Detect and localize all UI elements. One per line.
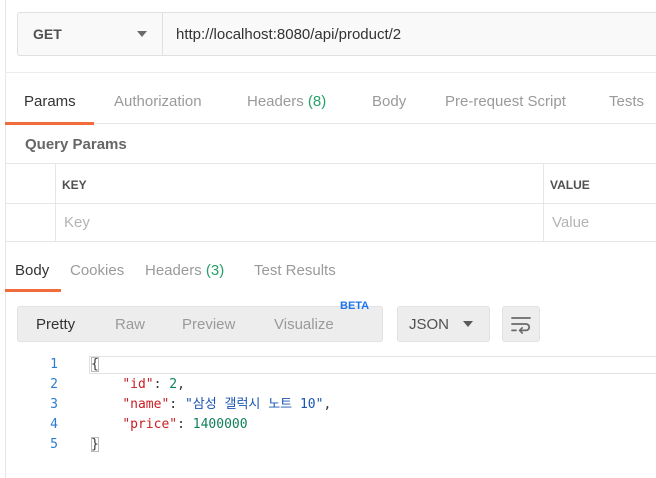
response-body-viewer[interactable]: 1 { 2 "id": 2, 3 "name": "삼성 갤럭시 노트 10",…	[5, 355, 656, 460]
value-input[interactable]: Value	[552, 214, 589, 231]
tab-pre-request-script[interactable]: Pre-request Script	[445, 73, 566, 123]
json-value: "삼성 갤럭시 노트 10"	[184, 397, 324, 412]
url-input[interactable]: http://localhost:8080/api/product/2	[163, 13, 656, 55]
line-number: 5	[50, 437, 58, 452]
code-line: 2 "id": 2,	[5, 375, 656, 395]
format-select[interactable]: JSON	[397, 306, 490, 342]
tab-label: Headers	[145, 262, 202, 279]
mode-visualize-button[interactable]: Visualize BETA	[274, 300, 369, 341]
wrap-lines-icon	[511, 317, 531, 334]
column-header-key: KEY	[62, 178, 87, 192]
open-brace: {	[91, 357, 99, 372]
key-input[interactable]: Key	[64, 214, 90, 231]
line-number: 3	[50, 397, 58, 412]
mode-preview-button[interactable]: Preview	[182, 307, 235, 341]
tab-body[interactable]: Body	[372, 73, 406, 123]
chevron-down-icon	[463, 321, 473, 327]
json-key: "id"	[122, 377, 154, 392]
row-divider	[5, 203, 656, 204]
tab-label: Authorization	[114, 93, 202, 110]
code-line: 3 "name": "삼성 갤럭시 노트 10",	[5, 395, 656, 415]
line-number: 1	[50, 357, 58, 372]
tab-response-body[interactable]: Body	[15, 249, 49, 291]
tab-headers[interactable]: Headers (8)	[247, 73, 326, 123]
tab-label: Headers	[247, 93, 304, 110]
json-comma: ,	[177, 377, 185, 392]
method-label: GET	[33, 26, 62, 42]
json-key: "name"	[122, 397, 170, 412]
request-tabs: Params Authorization Headers (8) Body Pr…	[5, 72, 656, 125]
tab-label: Pre-request Script	[445, 93, 566, 110]
active-tab-indicator	[5, 289, 61, 292]
line-number: 2	[50, 377, 58, 392]
tab-authorization[interactable]: Authorization	[114, 73, 202, 123]
request-bar: GET http://localhost:8080/api/product/2	[17, 12, 656, 56]
line-content: "id": 2,	[91, 375, 185, 395]
postman-window: GET http://localhost:8080/api/product/2 …	[0, 0, 656, 478]
json-value: 1400000	[192, 417, 248, 432]
json-separator: :	[153, 377, 170, 392]
json-value: 2	[169, 377, 178, 392]
line-number: 4	[50, 417, 58, 432]
tab-label: Body	[372, 93, 407, 110]
format-label: JSON	[409, 315, 450, 333]
query-params-title: Query Params	[25, 136, 127, 153]
close-brace: }	[91, 437, 99, 452]
view-mode-group: Pretty Raw Preview Visualize BETA	[17, 300, 383, 342]
line-content: "name": "삼성 갤럭시 노트 10",	[91, 395, 331, 415]
tab-cookies[interactable]: Cookies	[70, 249, 124, 291]
tab-count: (8)	[307, 93, 327, 110]
beta-badge: BETA	[340, 300, 370, 312]
json-comma: ,	[323, 397, 332, 412]
tab-test-results[interactable]: Test Results	[254, 249, 336, 291]
mode-raw-button[interactable]: Raw	[115, 307, 145, 341]
json-separator: :	[169, 397, 185, 412]
tab-tests[interactable]: Tests	[609, 73, 644, 123]
json-key: "price"	[122, 417, 178, 432]
tab-label: Cookies	[70, 262, 125, 279]
code-line: 5 }	[5, 435, 656, 455]
tab-label: Params	[24, 93, 76, 110]
response-tabs: Body Cookies Headers (3) Test Results	[5, 249, 656, 292]
tab-response-headers[interactable]: Headers (3)	[145, 249, 224, 291]
code-line: 1 {	[5, 355, 656, 375]
tab-label: Tests	[609, 93, 645, 110]
tab-label: Body	[15, 262, 50, 279]
mode-visualize-label: Visualize	[274, 316, 334, 333]
mode-pretty-button[interactable]: Pretty	[36, 307, 75, 341]
code-line: 4 "price": 1400000	[5, 415, 656, 435]
tab-params[interactable]: Params	[24, 73, 76, 123]
tab-count: (3)	[205, 262, 225, 279]
line-content: "price": 1400000	[91, 415, 248, 435]
wrap-lines-button[interactable]	[502, 306, 540, 342]
chevron-down-icon	[137, 31, 147, 37]
method-select[interactable]: GET	[18, 13, 163, 55]
column-header-value: VALUE	[550, 178, 590, 192]
json-separator: :	[177, 417, 193, 432]
tab-label: Test Results	[254, 262, 336, 279]
current-line-highlight	[89, 356, 656, 374]
query-params-table: KEY VALUE Key Value	[5, 163, 656, 242]
line-content: }	[91, 435, 99, 455]
line-content: {	[91, 355, 99, 375]
active-tab-indicator	[5, 122, 94, 125]
